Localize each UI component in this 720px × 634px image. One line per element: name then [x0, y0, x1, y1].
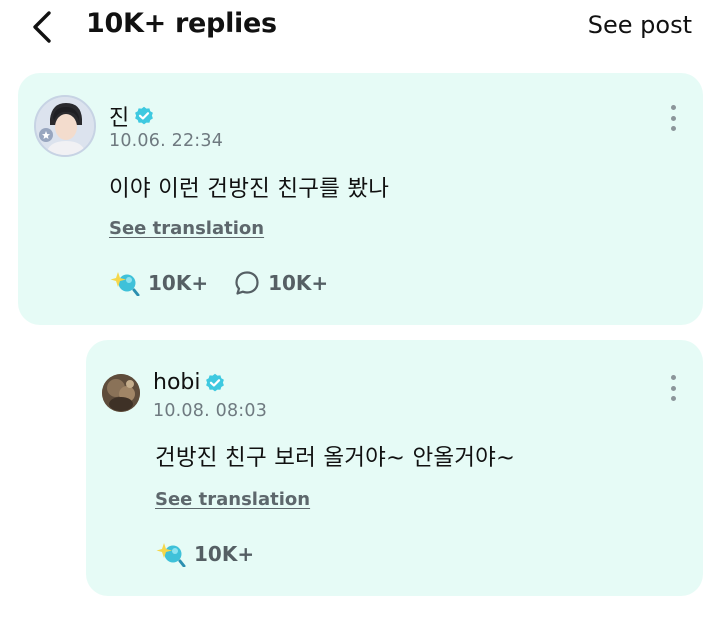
avatar[interactable]: [34, 95, 96, 157]
page-title: 10K+ replies: [86, 8, 277, 39]
avatar-photo: [102, 374, 140, 412]
reply-text: 건방진 친구 보러 올거야~ 안올거야~: [155, 445, 516, 471]
back-button[interactable]: [24, 8, 60, 46]
reply-card: hobi 10.08. 08:03 건방진 친구 보러 올거야~ 안올거야~ S…: [86, 340, 703, 596]
more-vertical-icon: [670, 385, 676, 391]
see-translation-link[interactable]: See translation: [109, 218, 264, 239]
more-vertical-icon: [670, 375, 676, 380]
avatar-photo: [36, 97, 94, 155]
like-count: 10K+: [148, 271, 209, 295]
reply-stats: 10K+: [156, 541, 280, 567]
chevron-left-icon: [33, 11, 51, 43]
comment-button[interactable]: 10K+: [234, 270, 328, 296]
author-name[interactable]: 진: [109, 100, 129, 132]
like-button[interactable]: 10K+: [156, 541, 254, 567]
comment-bubble-icon: [235, 271, 259, 295]
see-translation-link[interactable]: See translation: [155, 489, 310, 510]
post-date: 10.06. 22:34: [109, 131, 224, 151]
comment-count: 10K+: [268, 271, 329, 295]
avatar[interactable]: [102, 374, 140, 412]
like-button[interactable]: 10K+: [110, 270, 208, 296]
see-post-button[interactable]: See post: [588, 11, 692, 39]
sparkle-reaction-icon: [110, 272, 140, 296]
more-vertical-icon: [670, 126, 676, 131]
more-vertical-icon: [670, 396, 676, 401]
more-options-button[interactable]: [663, 372, 683, 404]
more-options-button[interactable]: [663, 102, 683, 134]
top-bar: 10K+ replies See post: [0, 0, 720, 56]
author-row: 진: [109, 100, 154, 132]
more-vertical-icon: [670, 115, 676, 121]
reply-date: 10.08. 08:03: [153, 401, 268, 421]
like-count: 10K+: [194, 542, 255, 566]
post-stats: 10K+ 10K+: [110, 270, 354, 296]
post-card: 진 10.06. 22:34 이야 이런 건방진 친구를 봤나 See tran…: [18, 73, 703, 325]
more-vertical-icon: [670, 105, 676, 110]
post-text: 이야 이런 건방진 친구를 봤나: [109, 176, 390, 202]
verified-badge-icon: [206, 373, 225, 391]
author-row: hobi: [153, 370, 225, 395]
verified-badge-icon: [135, 106, 154, 125]
author-name[interactable]: hobi: [153, 370, 200, 395]
sparkle-reaction-icon: [156, 543, 186, 567]
